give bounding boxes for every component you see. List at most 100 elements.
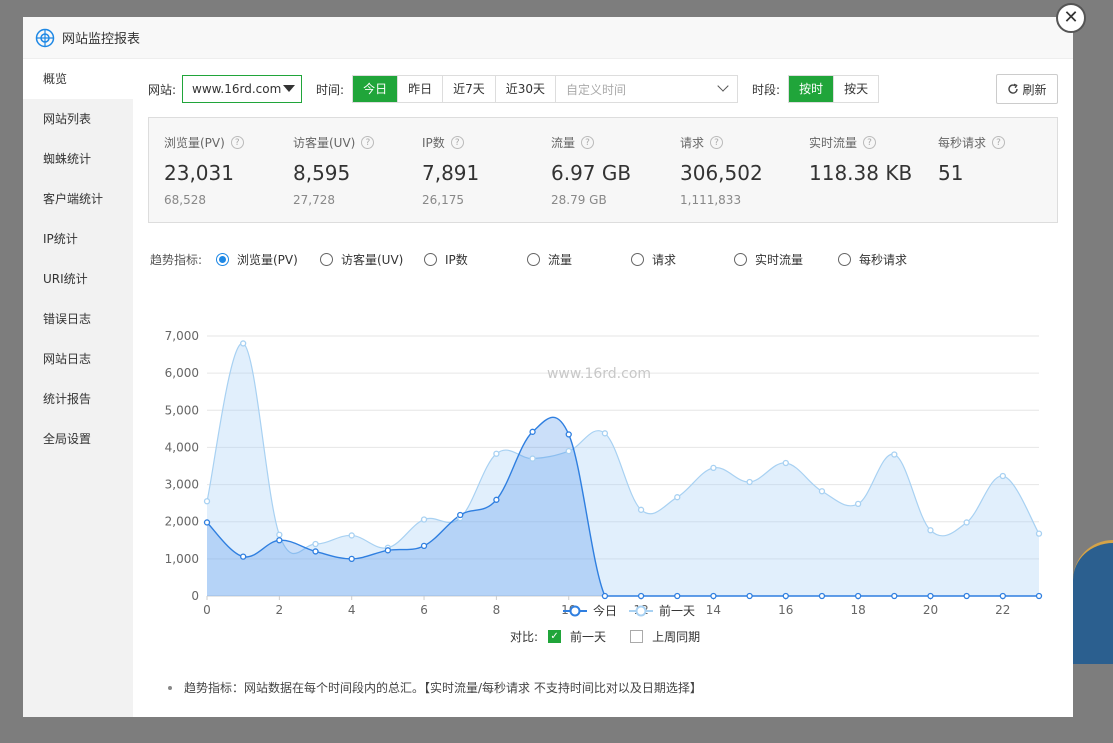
trend-option-pv[interactable]: 浏览量(PV) <box>216 251 298 268</box>
sidebar-item-error-log[interactable]: 错误日志 <box>23 299 133 339</box>
legend-prev-day-icon <box>629 605 654 616</box>
compare-option-label: 前一天 <box>570 630 607 644</box>
sidebar-item-spider-stats[interactable]: 蜘蛛统计 <box>23 139 133 179</box>
data-point-today <box>493 496 500 503</box>
period-daily-button[interactable]: 按天 <box>834 76 879 102</box>
data-point-today <box>710 592 717 600</box>
legend-label: 前一天 <box>659 604 696 618</box>
data-point-prev-day <box>782 459 789 467</box>
sidebar-item-uri-stats[interactable]: URI统计 <box>23 259 133 299</box>
sidebar: 概览 网站列表 蜘蛛统计 客户端统计 IP统计 URI统计 错误日志 网站日志 … <box>23 59 133 717</box>
data-point-prev-day <box>240 340 247 347</box>
data-point-today <box>529 428 536 435</box>
refresh-button[interactable]: 刷新 <box>996 74 1058 104</box>
stat-value: 306,502 <box>680 161 763 185</box>
stat-sub-value: 28.79 GB <box>551 193 607 207</box>
data-point-today <box>891 592 898 600</box>
compare-prev-day-checkbox[interactable]: ✓ 前一天 <box>548 628 606 645</box>
y-tick-label: 1,000 <box>165 552 199 566</box>
report-modal: 网站监控报表 概览 网站列表 蜘蛛统计 客户端统计 IP统计 URI统计 错误日… <box>23 17 1073 717</box>
trend-option-rps[interactable]: 每秒请求 <box>838 251 907 268</box>
trend-option-label: IP数 <box>445 253 468 267</box>
trend-option-label: 请求 <box>652 253 677 267</box>
compare-last-week-checkbox[interactable]: 上周同期 <box>630 628 700 645</box>
trend-option-traffic[interactable]: 流量 <box>527 251 572 268</box>
trend-option-uv[interactable]: 访客量(UV) <box>320 251 403 268</box>
period-button-group: 按时 按天 <box>788 75 880 103</box>
stat-requests-per-second: 每秒请求? 51 <box>938 134 1006 185</box>
sidebar-item-site-list[interactable]: 网站列表 <box>23 99 133 139</box>
stat-label: 流量 <box>551 136 576 150</box>
help-icon[interactable]: ? <box>992 136 1006 149</box>
x-tick-label: 8 <box>493 603 501 617</box>
y-tick-label: 4,000 <box>165 440 199 454</box>
modal-title: 网站监控报表 <box>62 32 141 47</box>
stat-value: 8,595 <box>293 161 351 185</box>
time-today-button[interactable]: 今日 <box>353 76 399 102</box>
data-point-today <box>457 511 464 519</box>
sidebar-item-site-log[interactable]: 网站日志 <box>23 339 133 379</box>
help-icon[interactable]: ? <box>230 136 244 149</box>
stat-sub-value: 1,111,833 <box>680 193 742 207</box>
site-select[interactable]: www.16rd.com <box>182 75 303 103</box>
help-icon[interactable]: ? <box>581 136 595 149</box>
data-point-prev-day <box>927 527 934 534</box>
stat-value: 23,031 <box>164 161 234 185</box>
sidebar-item-overview[interactable]: 概览 <box>23 59 133 99</box>
data-point-prev-day <box>348 532 355 539</box>
radio-icon <box>838 253 851 266</box>
data-point-today <box>854 592 862 600</box>
stat-ip: IP数? 7,891 26,175 <box>422 134 479 207</box>
data-point-prev-day <box>637 506 645 513</box>
stat-value: 51 <box>938 161 964 185</box>
data-point-prev-day <box>601 430 609 437</box>
data-point-prev-day <box>854 500 862 508</box>
sidebar-item-report[interactable]: 统计报告 <box>23 379 133 419</box>
help-icon[interactable]: ? <box>450 136 464 149</box>
data-point-today <box>348 555 355 563</box>
watermark: www.16rd.com <box>547 366 651 382</box>
time-30days-button[interactable]: 近30天 <box>495 76 556 102</box>
legend-item-today[interactable]: 今日 <box>563 602 617 619</box>
trend-note: 趋势指标：网站数据在每个时间段内的总汇。【实时流量/每秒请求 不支持时间比对以及… <box>168 679 702 696</box>
trend-option-label: 流量 <box>548 253 573 267</box>
trend-option-requests[interactable]: 请求 <box>631 251 676 268</box>
main-content: 网站: www.16rd.com 时间: 今日 昨日 近7天 近30天 自定义时… <box>148 59 1058 717</box>
stat-sub-value: 27,728 <box>293 193 335 207</box>
time-yesterday-button[interactable]: 昨日 <box>398 76 444 102</box>
legend-today-icon <box>563 605 587 616</box>
site-label: 网站: <box>148 82 177 97</box>
data-point-today <box>312 548 319 555</box>
radio-icon <box>216 253 229 266</box>
help-icon[interactable]: ? <box>361 136 375 149</box>
trend-option-realtime-traffic[interactable]: 实时流量 <box>734 251 803 268</box>
trend-option-ip[interactable]: IP数 <box>424 251 468 268</box>
help-icon[interactable]: ? <box>710 136 724 149</box>
bullet-icon <box>168 685 172 690</box>
sidebar-item-global-settings[interactable]: 全局设置 <box>23 419 133 459</box>
x-tick-label: 2 <box>276 603 284 617</box>
x-tick-label: 22 <box>995 603 1010 617</box>
data-point-today <box>782 592 789 600</box>
period-hourly-button[interactable]: 按时 <box>789 76 835 102</box>
help-icon[interactable]: ? <box>863 136 877 149</box>
sidebar-item-client-stats[interactable]: 客户端统计 <box>23 179 133 219</box>
time-7days-button[interactable]: 近7天 <box>443 76 496 102</box>
time-label: 时间: <box>316 82 345 97</box>
sidebar-item-ip-stats[interactable]: IP统计 <box>23 219 133 259</box>
close-button[interactable]: ✕ <box>1056 3 1086 33</box>
data-point-prev-day <box>891 451 898 458</box>
data-point-prev-day <box>529 455 536 462</box>
checkbox-checked-icon: ✓ <box>548 630 562 643</box>
close-icon: ✕ <box>1063 7 1079 28</box>
stat-label: 请求 <box>680 136 705 150</box>
stats-panel: 浏览量(PV)? 23,031 68,528 访客量(UV)? 8,595 27… <box>148 117 1058 223</box>
monitor-logo-icon <box>35 28 55 47</box>
custom-time-input[interactable]: 自定义时间 <box>556 75 739 103</box>
data-point-prev-day <box>746 478 753 486</box>
background-chart <box>1073 540 1113 664</box>
stat-label: IP数 <box>422 136 445 150</box>
legend-item-prev-day[interactable]: 前一天 <box>629 602 695 619</box>
compare-label: 对比: <box>510 630 539 644</box>
time-button-group: 今日 昨日 近7天 近30天 <box>352 75 557 103</box>
